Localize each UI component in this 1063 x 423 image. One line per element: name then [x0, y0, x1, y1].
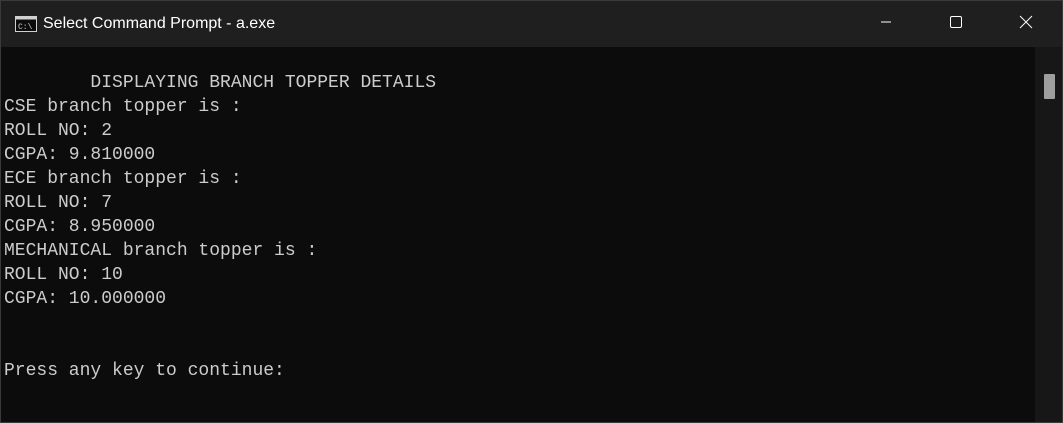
- close-button[interactable]: [991, 1, 1061, 47]
- command-prompt-window: C:\ Select Command Prompt - a.exe DISPLA…: [0, 0, 1063, 423]
- terminal-line: ROLL NO: 10: [4, 265, 123, 285]
- minimize-icon: [880, 15, 892, 33]
- terminal-line: ROLL NO: 2: [4, 121, 113, 141]
- terminal-line: CGPA: 8.950000: [4, 217, 156, 237]
- terminal-line: CGPA: 10.000000: [4, 289, 167, 309]
- terminal-prompt-line: Press any key to continue:: [4, 361, 285, 381]
- terminal-line: MECHANICAL branch topper is :: [4, 241, 318, 261]
- terminal-line: CSE branch topper is :: [4, 97, 242, 117]
- vertical-scrollbar[interactable]: [1035, 47, 1062, 422]
- maximize-icon: [949, 15, 963, 34]
- scrollbar-thumb[interactable]: [1044, 74, 1055, 99]
- title-bar[interactable]: C:\ Select Command Prompt - a.exe: [1, 1, 1062, 47]
- terminal-line: DISPLAYING BRANCH TOPPER DETAILS: [4, 73, 437, 93]
- terminal-line: CGPA: 9.810000: [4, 145, 156, 165]
- terminal-output[interactable]: DISPLAYING BRANCH TOPPER DETAILS CSE bra…: [1, 47, 1035, 422]
- svg-text:C:\: C:\: [18, 23, 33, 32]
- terminal-line: ECE branch topper is :: [4, 169, 242, 189]
- minimize-button[interactable]: [851, 1, 921, 47]
- terminal-line: ROLL NO: 7: [4, 193, 113, 213]
- window-title: Select Command Prompt - a.exe: [43, 15, 276, 32]
- close-icon: [1019, 15, 1033, 34]
- command-prompt-icon: C:\: [15, 16, 37, 32]
- maximize-button[interactable]: [921, 1, 991, 47]
